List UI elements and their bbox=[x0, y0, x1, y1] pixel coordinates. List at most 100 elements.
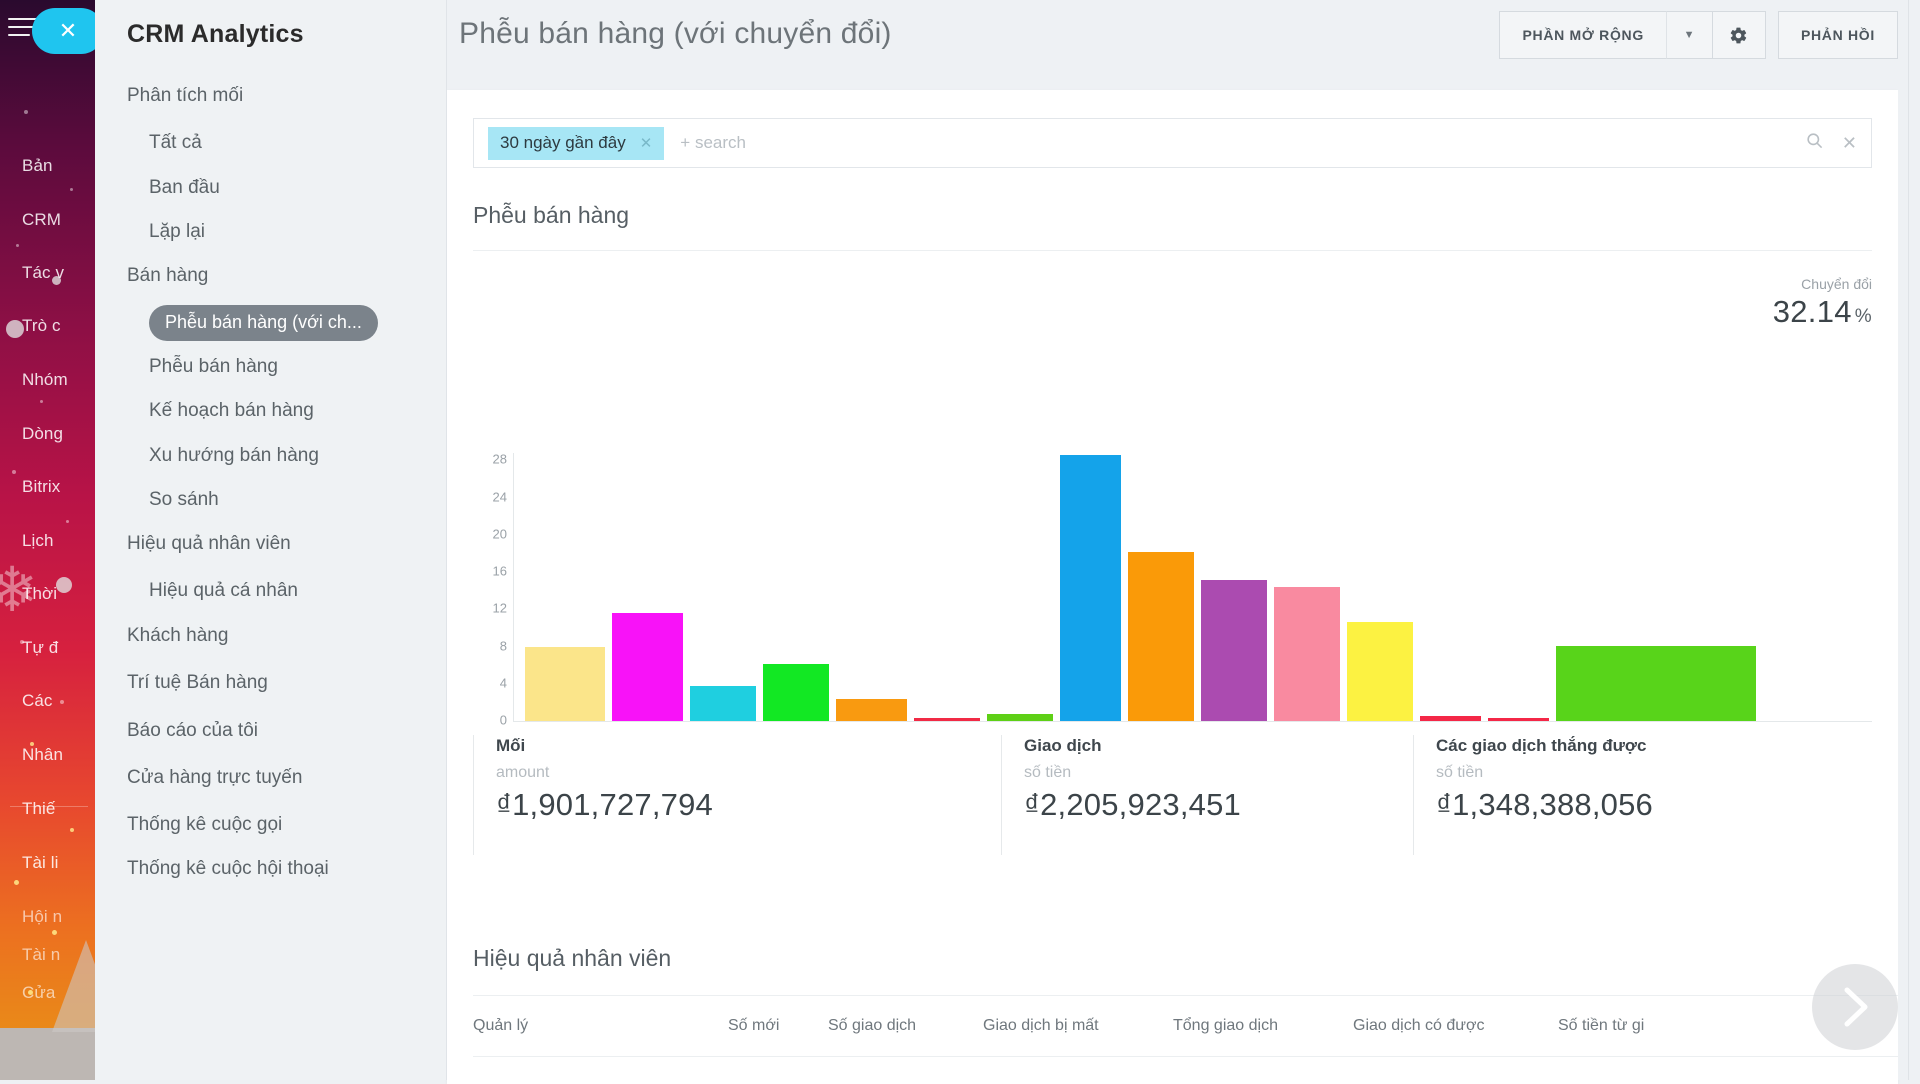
submenu-title: CRM Analytics bbox=[127, 20, 304, 48]
chevron-down-icon[interactable]: ▼ bbox=[1665, 11, 1712, 59]
submenu-item-label: Thống kê cuộc gọi bbox=[127, 814, 283, 835]
rail-item-2[interactable]: CRM bbox=[22, 210, 95, 230]
crm-analytics-submenu: CRM Analytics Phân tích mối Tất cả Ban đầu… bbox=[95, 0, 447, 1080]
rail-item-11[interactable]: Các bbox=[22, 691, 95, 711]
submenu-item-label: Báo cáo của tôi bbox=[127, 720, 258, 741]
section-divider bbox=[473, 250, 1872, 251]
submenu-item-15[interactable]: Báo cáo của tôi bbox=[95, 704, 447, 758]
metric-subtitle: amount bbox=[496, 764, 550, 782]
conversion-label: Chuyển đổi bbox=[1801, 276, 1872, 292]
submenu-item-label: So sánh bbox=[149, 489, 219, 510]
chart-bar-9[interactable] bbox=[1128, 552, 1194, 721]
filter-chip-label: 30 ngày gần đây bbox=[500, 132, 626, 152]
y-axis-tick: 16 bbox=[492, 563, 507, 579]
right-edge-strip bbox=[1898, 0, 1920, 1080]
conversion-number: 32.14 bbox=[1772, 294, 1852, 329]
y-axis-tick: 12 bbox=[492, 600, 507, 616]
search-icon-glyph bbox=[1807, 133, 1823, 149]
top-bar: Phễu bán hàng (với chuyển đổi) PHẦN MỞ R… bbox=[447, 0, 1920, 84]
rail-item-label: Trò c bbox=[22, 316, 61, 335]
rail-item-12[interactable]: Nhân bbox=[22, 745, 95, 765]
rail-item-label: Lịch bbox=[22, 531, 54, 550]
decor-speck bbox=[14, 880, 19, 885]
column-header-5[interactable]: Tổng giao dịch bbox=[1173, 1017, 1278, 1035]
submenu-item-label: Hiệu quả cá nhân bbox=[149, 580, 298, 601]
rail-item-14[interactable]: Tài li bbox=[22, 853, 95, 873]
column-header-1[interactable]: Quản lý bbox=[473, 1017, 528, 1035]
gear-icon[interactable] bbox=[1711, 11, 1766, 59]
chart-bar-11[interactable] bbox=[1274, 586, 1340, 721]
feedback-button[interactable]: PHẢN HỒI bbox=[1777, 11, 1898, 59]
submenu-item-label: Cửa hàng trực tuyến bbox=[127, 767, 303, 788]
metric-title: Giao dịch bbox=[1024, 736, 1102, 755]
submenu-item-18[interactable]: Thống kê cuộc hội thoại bbox=[95, 842, 447, 896]
chart-bar-5[interactable] bbox=[836, 698, 907, 721]
submenu-item-14[interactable]: Trí tuệ Bán hàng bbox=[95, 656, 447, 710]
search-icon[interactable] bbox=[1805, 131, 1824, 155]
y-axis-tick: 20 bbox=[492, 526, 507, 542]
chart-bar-12[interactable] bbox=[1347, 622, 1413, 721]
bitrix-left-rail[interactable]: ❄ ✕ Bản CRM Tác v Trò c Nhóm Dòng Bitrix Lịch Th… bbox=[0, 0, 95, 1080]
column-header-4[interactable]: Giao dịch bị mất bbox=[983, 1017, 1099, 1035]
column-header-6[interactable]: Giao dịch có được bbox=[1353, 1017, 1484, 1035]
chart-bar-1[interactable] bbox=[525, 646, 605, 721]
rail-item-17[interactable]: Cửa bbox=[22, 983, 95, 1003]
submenu-item-1[interactable]: Phân tích mối bbox=[95, 69, 447, 123]
chart-bar-13[interactable] bbox=[1420, 715, 1481, 721]
extension-button[interactable]: PHẦN MỞ RỘNG bbox=[1499, 11, 1666, 59]
submenu-item-13[interactable]: Khách hàng bbox=[95, 609, 447, 663]
scrollbar-track[interactable] bbox=[1908, 0, 1909, 1080]
rail-item-9[interactable]: Thời bbox=[22, 584, 95, 604]
submenu-item-label: Thống kê cuộc hội thoại bbox=[127, 858, 329, 879]
search-input[interactable]: + search bbox=[680, 133, 746, 153]
close-icon[interactable]: ✕ bbox=[32, 8, 95, 54]
chart-y-axis-line bbox=[513, 453, 514, 721]
submenu-item-label: Khách hàng bbox=[127, 625, 229, 646]
chart-bar-3[interactable] bbox=[690, 685, 756, 721]
rail-item-label: Tự đ bbox=[22, 638, 59, 657]
submenu-item-11[interactable]: Hiệu quả nhân viên bbox=[95, 517, 447, 571]
chart-bar-2[interactable] bbox=[612, 613, 683, 721]
submenu-item-label: Lặp lại bbox=[149, 221, 205, 242]
chart-bar-7[interactable] bbox=[987, 713, 1053, 721]
rail-item-label: Thời bbox=[22, 584, 58, 603]
filter-search-bar[interactable]: 30 ngày gần đây ✕ + search ✕ bbox=[473, 118, 1872, 168]
submenu-item-5[interactable]: Bán hàng bbox=[95, 249, 447, 303]
column-header-7[interactable]: Số tiền từ gi bbox=[1558, 1017, 1644, 1035]
rail-item-label: Dòng bbox=[22, 424, 64, 443]
rail-item-6[interactable]: Dòng bbox=[22, 424, 95, 444]
rail-item-15[interactable]: Hội n bbox=[22, 907, 95, 927]
column-header-2[interactable]: Số mới bbox=[728, 1017, 779, 1035]
submenu-item-16[interactable]: Cửa hàng trực tuyến bbox=[95, 751, 447, 805]
metric-subtitle: số tiền bbox=[1436, 764, 1484, 782]
rail-item-1[interactable]: Bản bbox=[22, 156, 95, 176]
decor-speck bbox=[12, 470, 16, 474]
rail-item-16[interactable]: Tài n bbox=[22, 945, 95, 965]
funnel-bar-chart: 0 4 8 12 16 20 24 28 bbox=[473, 325, 1872, 728]
rail-item-13[interactable]: Thiế bbox=[22, 799, 95, 819]
chart-bar-14[interactable] bbox=[1488, 718, 1549, 721]
column-header-3[interactable]: Số giao dịch bbox=[828, 1017, 916, 1035]
close-icon[interactable]: ✕ bbox=[1842, 133, 1857, 154]
rail-item-4[interactable]: Trò c bbox=[22, 316, 95, 336]
chart-bar-10[interactable] bbox=[1201, 580, 1267, 721]
submenu-item-label: Hiệu quả nhân viên bbox=[127, 533, 291, 554]
chart-bar-8[interactable] bbox=[1060, 454, 1121, 721]
rail-item-7[interactable]: Bitrix bbox=[22, 477, 95, 497]
rail-item-3[interactable]: Tác v bbox=[22, 263, 95, 283]
chart-bar-4[interactable] bbox=[763, 664, 829, 721]
y-axis-tick: 0 bbox=[499, 712, 507, 728]
rail-item-5[interactable]: Nhóm bbox=[22, 370, 95, 390]
rail-item-10[interactable]: Tự đ bbox=[22, 638, 95, 658]
submenu-item-label: Trí tuệ Bán hàng bbox=[127, 672, 268, 693]
chart-bar-6[interactable] bbox=[914, 718, 980, 721]
rail-item-label: Cửa bbox=[22, 983, 56, 1002]
close-icon[interactable]: ✕ bbox=[640, 134, 653, 152]
filter-chip[interactable]: 30 ngày gần đây ✕ bbox=[488, 126, 665, 160]
chart-bar-15[interactable] bbox=[1556, 645, 1756, 721]
next-page-button[interactable] bbox=[1812, 964, 1898, 1050]
employee-table: Quản lý Số mới Số giao dịch Giao dịch bị mấ… bbox=[473, 995, 1898, 1084]
filter-bar-icons: ✕ bbox=[1805, 131, 1857, 155]
decor-speck bbox=[24, 110, 28, 114]
rail-item-8[interactable]: Lịch bbox=[22, 531, 95, 551]
